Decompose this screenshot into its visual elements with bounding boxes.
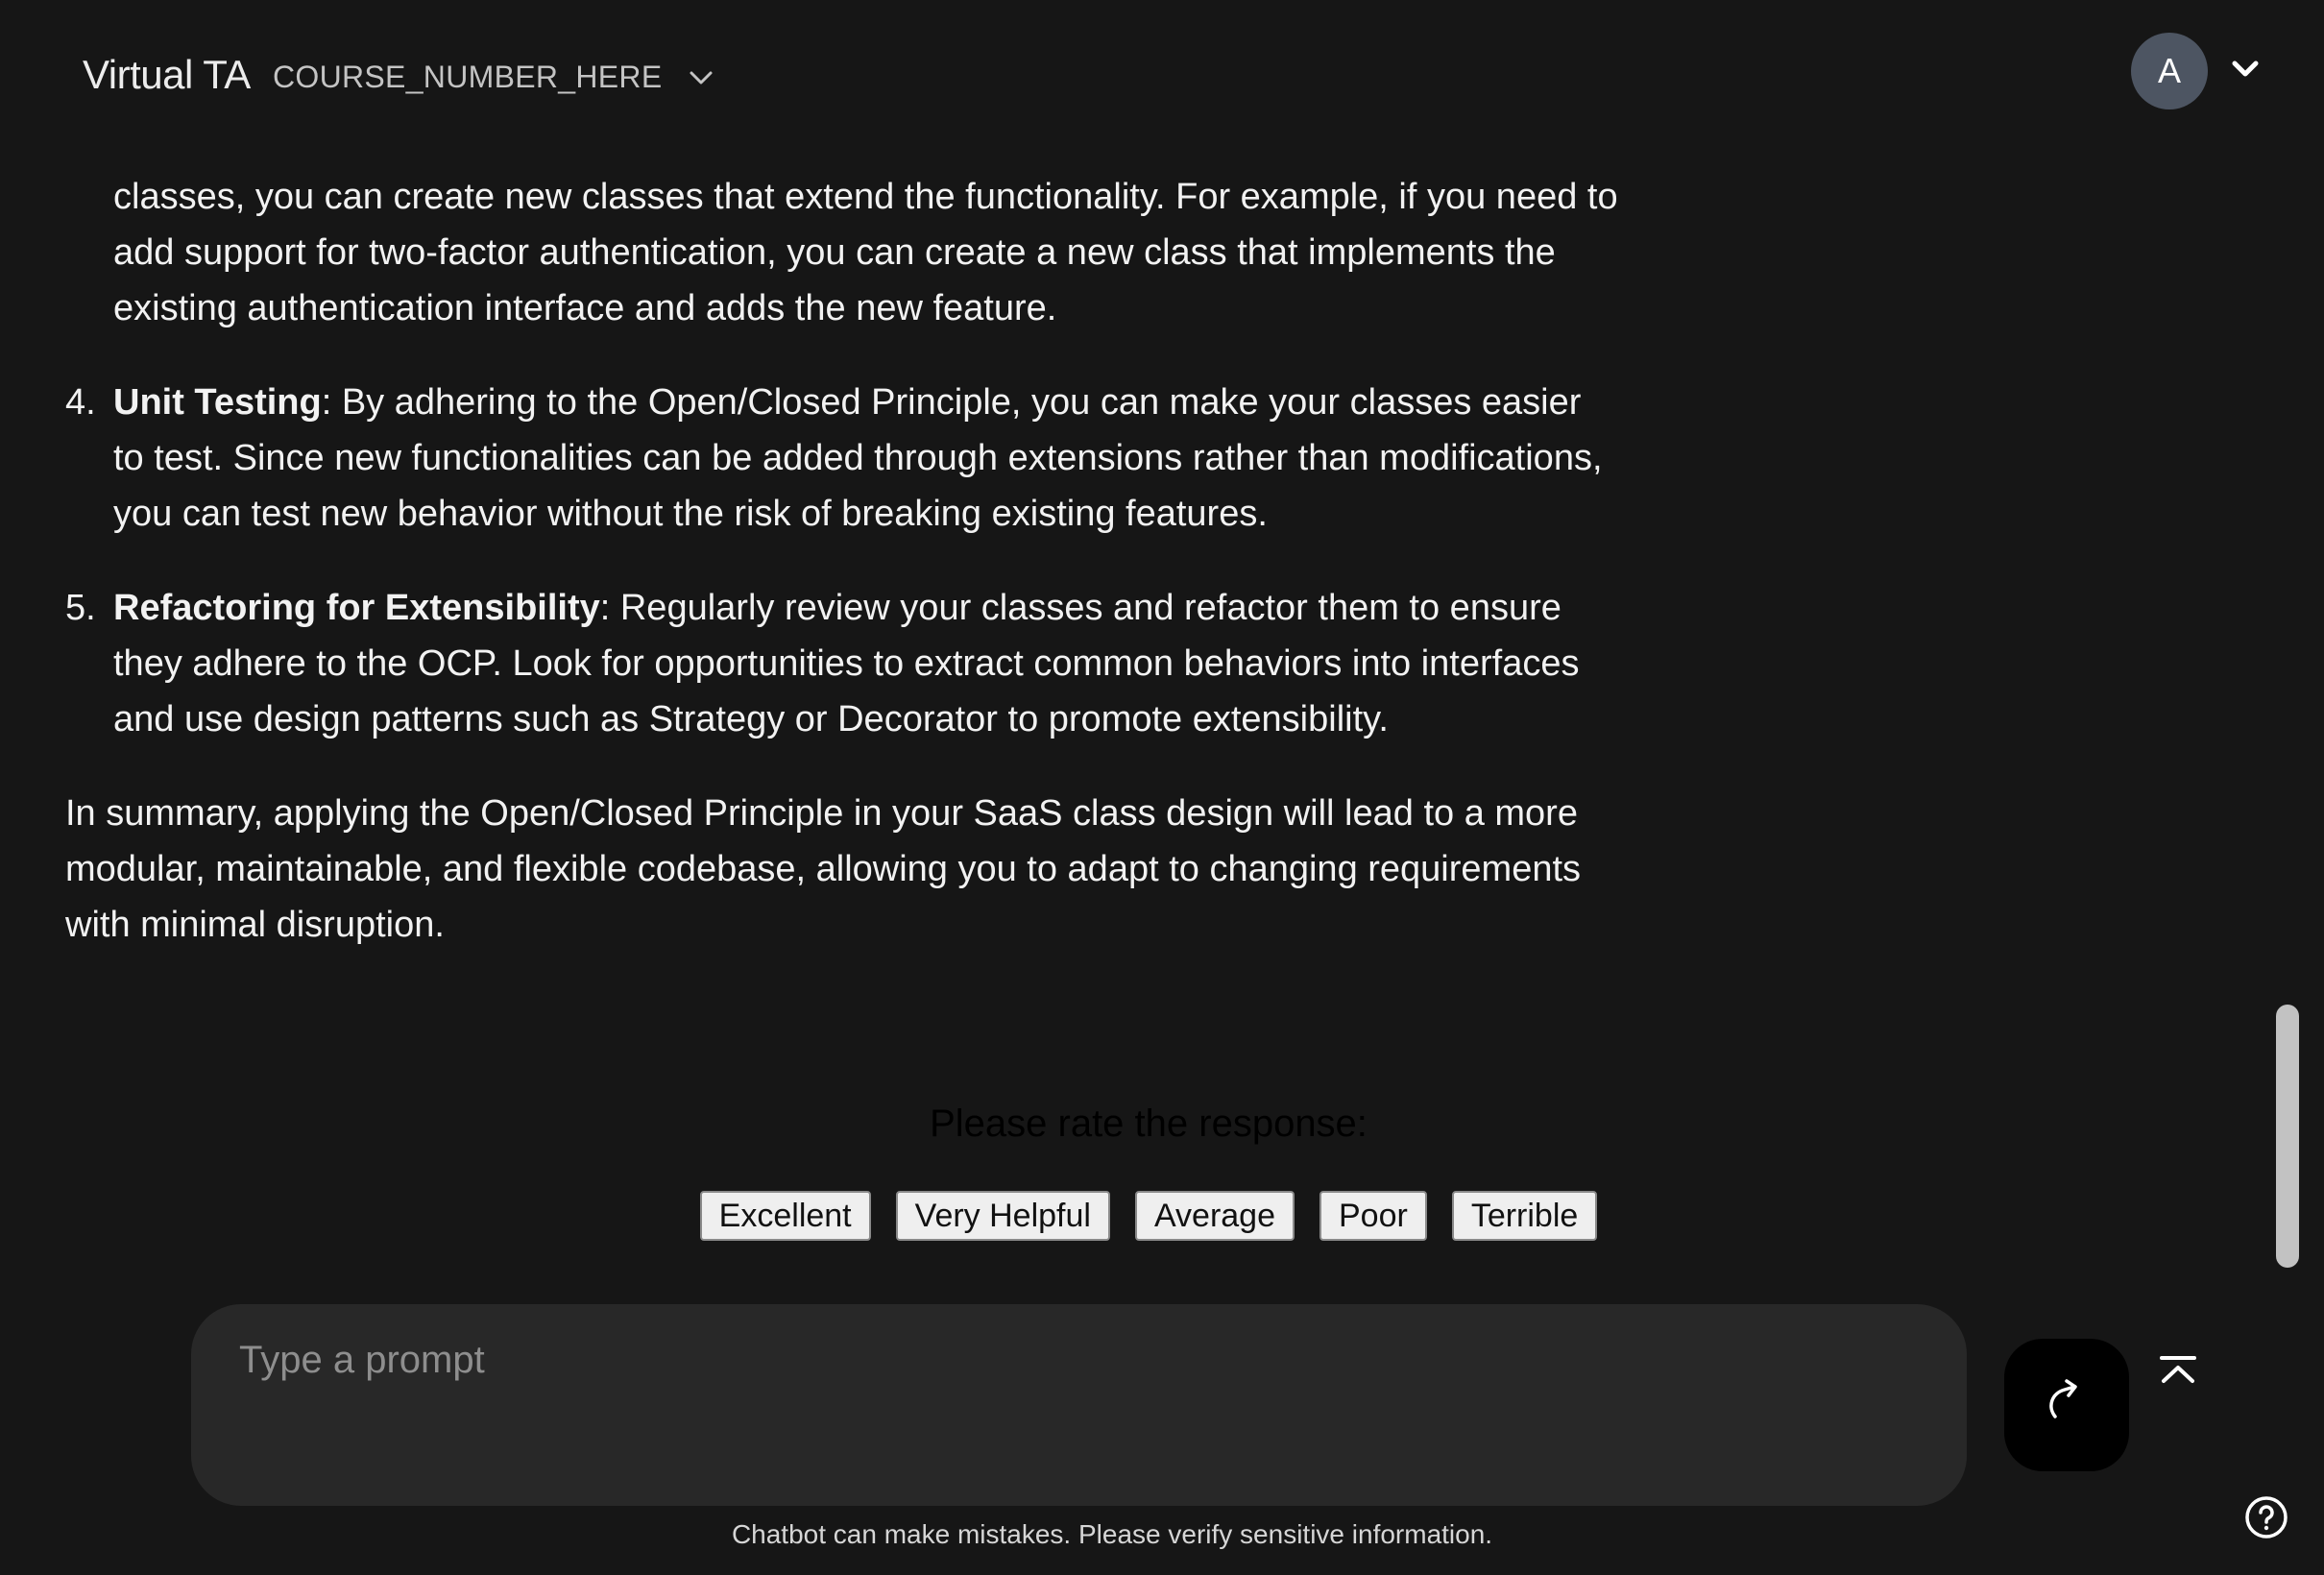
rating-very-helpful-button[interactable]: Very Helpful	[895, 1191, 1110, 1241]
list-item: 4. Unit Testing: By adhering to the Open…	[65, 375, 1621, 542]
chevron-down-icon	[687, 68, 715, 87]
rating-prompt: Please rate the response:	[930, 1102, 1368, 1145]
list-number: 5.	[65, 588, 96, 628]
rating-poor-button[interactable]: Poor	[1319, 1191, 1427, 1241]
list-body: Refactoring for Extensibility: Regularly…	[113, 580, 1621, 747]
avatar[interactable]: A	[2131, 33, 2208, 109]
top-bar: Virtual TA COURSE_NUMBER_HERE A	[0, 0, 2324, 154]
rating-excellent-button[interactable]: Excellent	[699, 1191, 871, 1241]
help-icon	[2245, 1496, 2288, 1539]
scroll-to-top-icon	[2160, 1356, 2196, 1383]
assistant-message: classes, you can create new classes that…	[65, 169, 1621, 953]
help-button[interactable]	[2243, 1494, 2289, 1540]
list-item-text: : By adhering to the Open/Closed Princip…	[113, 382, 1603, 534]
list-body: Unit Testing: By adhering to the Open/Cl…	[113, 375, 1621, 542]
rating-terrible-button[interactable]: Terrible	[1451, 1191, 1598, 1241]
list-item-title: Refactoring for Extensibility	[113, 588, 600, 628]
course-label: COURSE_NUMBER_HERE	[273, 60, 663, 94]
disclaimer-text: Chatbot can make mistakes. Please verify…	[731, 1519, 1493, 1549]
send-button[interactable]	[2004, 1339, 2129, 1471]
rating-average-button[interactable]: Average	[1134, 1191, 1295, 1241]
scrollbar-thumb[interactable]	[2276, 1005, 2299, 1268]
account-menu-chevron-icon[interactable]	[2230, 58, 2261, 81]
summary-paragraph: In summary, applying the Open/Closed Pri…	[65, 793, 1582, 945]
avatar-letter: A	[2157, 51, 2181, 90]
send-arrow-icon	[2044, 1378, 2090, 1433]
list-item: 5. Refactoring for Extensibility: Regula…	[65, 580, 1621, 747]
message-paragraph: classes, you can create new classes that…	[113, 177, 1618, 328]
list-item-title: Unit Testing	[113, 382, 322, 423]
rating-options: Excellent Very Helpful Average Poor Terr…	[0, 1191, 2297, 1241]
scroll-to-top-button[interactable]	[2159, 1354, 2197, 1389]
list-number: 4.	[65, 382, 96, 423]
app-title: Virtual TA	[83, 52, 251, 97]
prompt-input[interactable]	[191, 1304, 1967, 1506]
course-selector[interactable]: COURSE_NUMBER_HERE	[273, 60, 715, 95]
